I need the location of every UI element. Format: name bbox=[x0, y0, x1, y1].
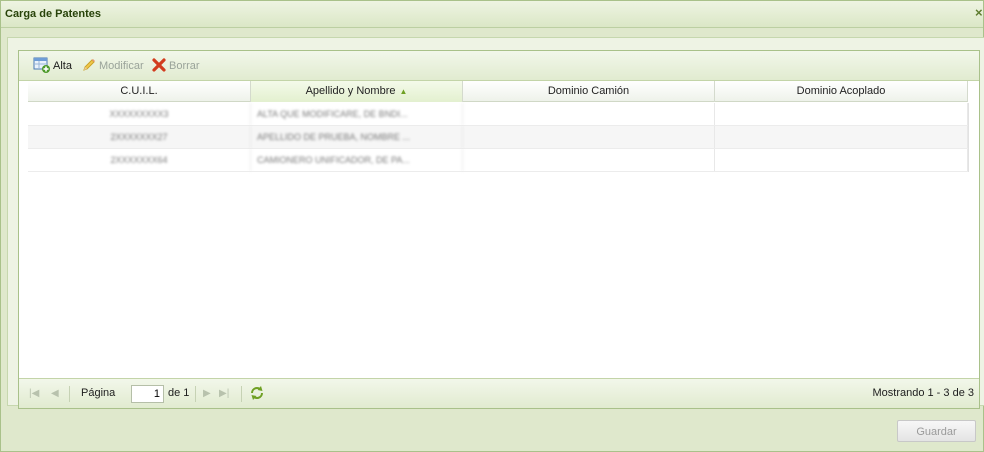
grid-body: XXXXXXXXX3 ALTA QUE MODIFICARE, DE BNDI.… bbox=[28, 103, 968, 172]
nombre-cell: APELLIDO DE PRUEBA, NOMBRE ... bbox=[251, 126, 463, 148]
add-table-icon bbox=[33, 57, 51, 76]
alta-button[interactable]: Alta bbox=[33, 57, 72, 75]
cuil-cell: 2XXXXXXX64 bbox=[28, 149, 251, 171]
dominio-camion-cell bbox=[463, 103, 715, 125]
table-row[interactable]: 2XXXXXXX27 APELLIDO DE PRUEBA, NOMBRE ..… bbox=[28, 126, 968, 149]
refresh-icon[interactable] bbox=[249, 385, 265, 404]
paging-separator bbox=[195, 386, 196, 402]
grid-scrollbar-gutter bbox=[968, 103, 979, 172]
pencil-icon bbox=[81, 57, 97, 76]
dominio-acoplado-cell bbox=[715, 103, 968, 125]
dominio-camion-cell bbox=[463, 149, 715, 171]
paging-separator bbox=[69, 386, 70, 402]
next-page-icon[interactable]: ▶ bbox=[203, 388, 211, 400]
dominio-acoplado-cell bbox=[715, 149, 968, 171]
modificar-button[interactable]: Modificar bbox=[81, 57, 144, 75]
alta-label: Alta bbox=[53, 60, 72, 72]
page-total-label: de 1 bbox=[168, 387, 190, 399]
sort-ascending-icon: ▲ bbox=[399, 87, 408, 96]
cuil-cell: 2XXXXXXX27 bbox=[28, 126, 251, 148]
first-page-icon[interactable]: |◀ bbox=[29, 388, 39, 400]
patentes-grid-panel: Alta Modificar Borrar C.U.I.L. Apellido … bbox=[18, 50, 980, 409]
column-header-apellido-y-nombre[interactable]: Apellido y Nombre ▲ bbox=[251, 81, 463, 102]
dominio-acoplado-cell bbox=[715, 126, 968, 148]
nombre-cell: ALTA QUE MODIFICARE, DE BNDI... bbox=[251, 103, 463, 125]
nombre-cell: CAMIONERO UNIFICADOR, DE PA... bbox=[251, 149, 463, 171]
page-label: Página bbox=[81, 387, 116, 399]
grid-header: C.U.I.L. Apellido y Nombre ▲ Dominio Cami… bbox=[28, 81, 968, 102]
dominio-camion-cell bbox=[463, 126, 715, 148]
previous-page-icon[interactable]: ◀ bbox=[51, 388, 59, 400]
column-header-dominio-acoplado[interactable]: Dominio Acoplado bbox=[715, 81, 968, 102]
paging-toolbar: |◀ ◀ Página de 1 ▶ ▶| Mostrando 1 - 3 de… bbox=[19, 378, 979, 408]
column-header-dominio-camion[interactable]: Dominio Camión bbox=[463, 81, 715, 102]
cuil-cell: XXXXXXXXX3 bbox=[28, 103, 251, 125]
paging-separator bbox=[241, 386, 242, 402]
modificar-label: Modificar bbox=[99, 60, 144, 72]
borrar-button[interactable]: Borrar bbox=[151, 57, 200, 75]
table-row[interactable]: XXXXXXXXX3 ALTA QUE MODIFICARE, DE BNDI.… bbox=[28, 103, 968, 126]
last-page-icon[interactable]: ▶| bbox=[219, 388, 229, 400]
paging-status: Mostrando 1 - 3 de 3 bbox=[872, 387, 974, 399]
page-number-input[interactable] bbox=[131, 385, 164, 403]
close-icon[interactable]: × bbox=[975, 5, 984, 21]
guardar-button[interactable]: Guardar bbox=[897, 420, 976, 442]
red-x-icon bbox=[151, 57, 167, 76]
column-header-cuil[interactable]: C.U.I.L. bbox=[28, 81, 251, 102]
grid-toolbar: Alta Modificar Borrar bbox=[19, 51, 979, 81]
window-title: Carga de Patentes bbox=[5, 8, 101, 20]
table-row[interactable]: 2XXXXXXX64 CAMIONERO UNIFICADOR, DE PA..… bbox=[28, 149, 968, 172]
window-header[interactable]: Carga de Patentes × bbox=[1, 1, 983, 28]
borrar-label: Borrar bbox=[169, 60, 200, 72]
